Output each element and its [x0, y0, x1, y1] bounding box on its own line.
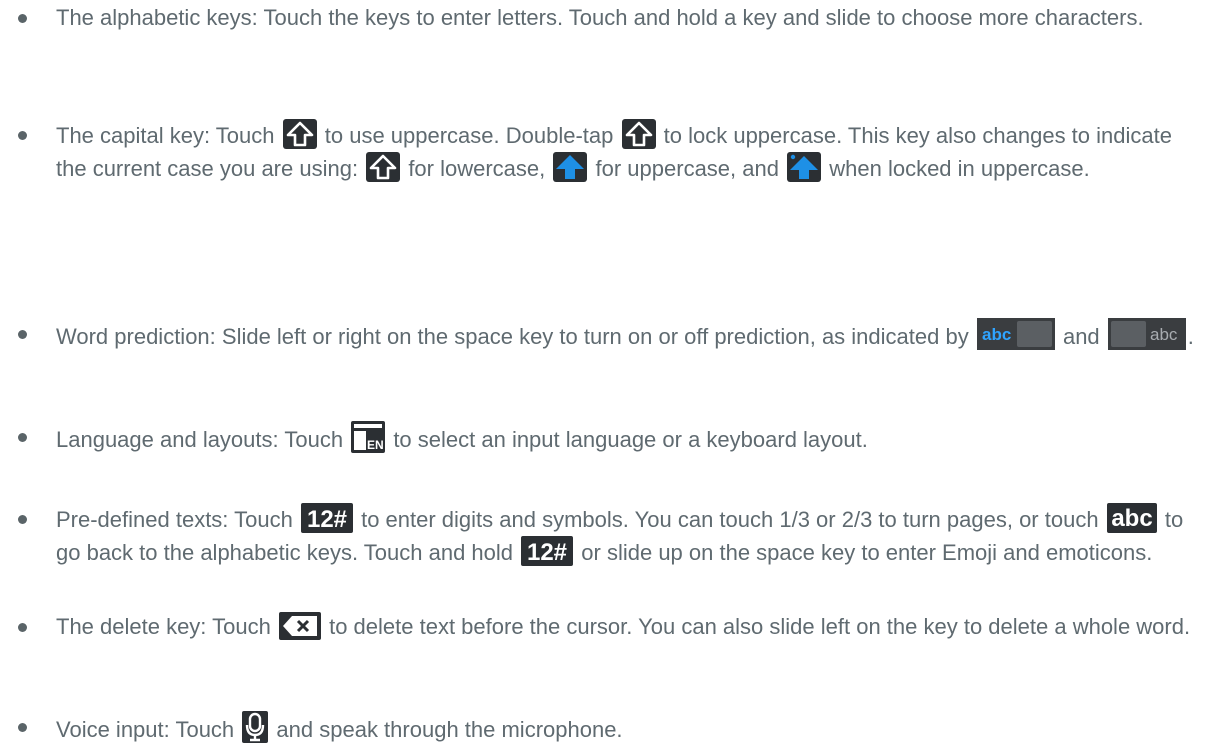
bullet — [18, 711, 28, 743]
bullet — [18, 2, 28, 34]
list-item-alphabetic-keys: The alphabetic keys: Touch the keys to e… — [18, 2, 1206, 34]
item-text: for uppercase, and — [595, 156, 779, 181]
shift-outline-icon — [621, 119, 656, 149]
bullet — [18, 611, 28, 643]
microphone-icon — [242, 711, 269, 743]
svg-text:abc: abc — [1150, 325, 1178, 344]
list-item-delete-key: The delete key: Touch to delete text bef… — [18, 611, 1206, 643]
shift-locked-icon — [787, 152, 822, 182]
bullet — [18, 119, 28, 151]
item-text: . — [1187, 324, 1194, 349]
bullet — [18, 318, 28, 350]
item-text: or slide up on the space key to enter Em… — [581, 540, 1153, 565]
item-text: to delete text before the cursor. You ca… — [329, 614, 1191, 639]
item-text: for lowercase, — [408, 156, 546, 181]
svg-text:EN: EN — [367, 438, 384, 452]
shift-outline-icon — [366, 152, 401, 182]
item-text: Language and layouts: Touch — [56, 427, 344, 452]
svg-text:abc: abc — [982, 325, 1011, 344]
language-layout-icon: EN — [351, 421, 386, 453]
svg-text:12#: 12# — [527, 539, 567, 566]
bullet — [18, 421, 28, 453]
list-item-capital-key: The capital key: Touch to use uppercase.… — [18, 119, 1206, 185]
item-text: Voice input: Touch — [56, 717, 235, 742]
prediction-on-icon: abc — [976, 318, 1055, 350]
item-text: to enter digits and symbols. You can tou… — [361, 507, 1099, 532]
svg-text:abc: abc — [1111, 505, 1152, 532]
list-item-predefined-texts: Pre-defined texts: Touch 12# to enter di… — [18, 503, 1206, 569]
item-text: when locked in uppercase. — [829, 156, 1090, 181]
item-text: The capital key: Touch — [56, 123, 275, 148]
item-text: Word prediction: Slide left or right on … — [56, 324, 969, 349]
list-item-word-prediction: Word prediction: Slide left or right on … — [18, 318, 1206, 353]
symbols-key-icon: 12# — [300, 503, 353, 533]
item-text: and — [1062, 324, 1100, 349]
item-text: to use uppercase. Double-tap — [324, 123, 614, 148]
delete-key-icon — [278, 612, 321, 640]
shift-outline-icon — [282, 119, 317, 149]
list-item-language-layouts: Language and layouts: Touch EN to select… — [18, 421, 1206, 456]
item-text: and speak through the microphone. — [276, 717, 623, 742]
svg-text:12#: 12# — [307, 506, 347, 533]
item-text: The delete key: Touch — [56, 614, 271, 639]
item-text: The alphabetic keys: Touch the keys to e… — [56, 5, 1144, 30]
abc-key-icon: abc — [1106, 503, 1157, 533]
symbols-key-icon: 12# — [521, 536, 574, 566]
bullet — [18, 503, 28, 535]
item-text: to select an input language or a keyboar… — [393, 427, 868, 452]
list-item-voice-input: Voice input: Touch and speak through the… — [18, 711, 1206, 746]
item-text: Pre-defined texts: Touch — [56, 507, 293, 532]
prediction-off-icon: abc — [1107, 318, 1186, 350]
shift-filled-icon — [553, 152, 588, 182]
